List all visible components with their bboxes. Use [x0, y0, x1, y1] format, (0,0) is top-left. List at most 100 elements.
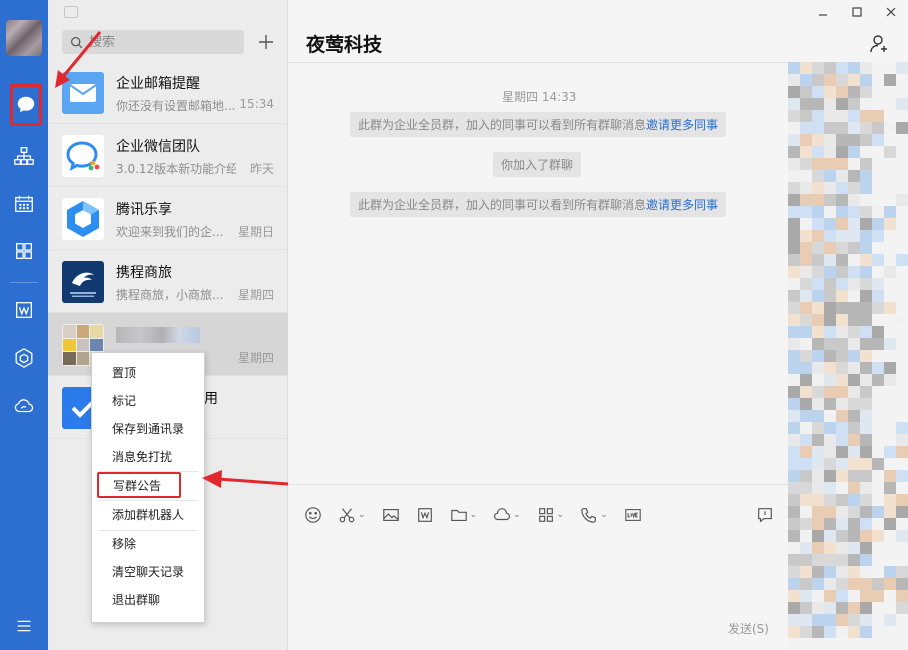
search-input[interactable]: [89, 34, 229, 50]
session-item[interactable]: 携程商旅 携程商旅，小商旅... 星期四: [48, 250, 288, 313]
emoji-button[interactable]: [304, 504, 322, 526]
redacted-pixel: [884, 62, 896, 74]
redacted-pixel: [788, 170, 800, 182]
redacted-pixel: [800, 542, 812, 554]
redacted-pixel: [896, 626, 908, 638]
send-button[interactable]: 发送(S): [728, 620, 769, 637]
redacted-pixel: [812, 302, 824, 314]
redacted-pixel: [788, 134, 800, 146]
redacted-pixel: [788, 194, 800, 206]
redacted-pixel: [824, 362, 836, 374]
redacted-pixel: [824, 614, 836, 626]
apps-button[interactable]: ⌄: [537, 504, 565, 526]
redacted-pixel: [788, 470, 800, 482]
menu-item-mark[interactable]: 标记: [92, 388, 204, 414]
redacted-pixel: [872, 530, 884, 542]
redacted-pixel: [812, 254, 824, 266]
redacted-pixel: [884, 146, 896, 158]
chevron-down-icon[interactable]: ⌄: [557, 510, 565, 520]
redacted-pixel: [896, 578, 908, 590]
redacted-pixel: [812, 446, 824, 458]
create-button[interactable]: [254, 30, 278, 54]
weidrive-nav-button[interactable]: [0, 340, 48, 376]
minimize-button[interactable]: [806, 0, 840, 24]
live-button[interactable]: [624, 504, 642, 526]
chevron-down-icon[interactable]: ⌄: [513, 510, 521, 520]
menu-item-write-announcement[interactable]: 写群公告: [97, 472, 181, 498]
menu-item-mute[interactable]: 消息免打扰: [92, 444, 204, 470]
redacted-pixel: [860, 74, 872, 86]
menu-item-remove[interactable]: 移除: [92, 531, 204, 557]
redacted-pixel: [824, 518, 836, 530]
redacted-pixel: [896, 170, 908, 182]
redacted-pixel: [896, 206, 908, 218]
close-button[interactable]: [874, 0, 908, 24]
chat-record-button[interactable]: [756, 504, 774, 526]
menu-item-clear-history[interactable]: 清空聊天记录: [92, 559, 204, 585]
hexagon-cube-icon: [15, 348, 33, 368]
redacted-pixel: [812, 278, 824, 290]
redacted-pixel: [872, 434, 884, 446]
image-button[interactable]: [382, 504, 400, 526]
redacted-pixel: [836, 542, 848, 554]
redacted-pixel: [800, 458, 812, 470]
docs-nav-button[interactable]: [0, 292, 48, 328]
redacted-pixel: [896, 194, 908, 206]
menu-item-leave-group[interactable]: 退出群聊: [92, 587, 204, 613]
menu-item-add-bot[interactable]: 添加群机器人: [92, 502, 204, 528]
session-item[interactable]: 腾讯乐享 欢迎来到我们的企... 星期日: [48, 187, 288, 250]
redacted-pixel: [824, 302, 836, 314]
redacted-pixel: [872, 146, 884, 158]
collapse-handle-icon[interactable]: [64, 6, 78, 18]
window-controls: [806, 0, 908, 24]
redacted-pixel: [848, 218, 860, 230]
messages-nav-button[interactable]: [10, 84, 42, 126]
redacted-pixel: [812, 398, 824, 410]
maximize-button[interactable]: [840, 0, 874, 24]
invite-more-link[interactable]: 邀请更多同事: [646, 198, 718, 212]
menu-item-pin[interactable]: 置顶: [92, 360, 204, 386]
redacted-pixel: [848, 86, 860, 98]
add-member-button[interactable]: [868, 32, 892, 56]
image-icon: [382, 509, 399, 521]
redacted-pixel: [812, 602, 824, 614]
redacted-pixel: [788, 350, 800, 362]
redacted-pixel: [860, 542, 872, 554]
redacted-pixel: [812, 590, 824, 602]
mail-icon: [62, 72, 104, 114]
session-item[interactable]: 企业微信团队 3.0.12版本新功能介绍 昨天: [48, 124, 288, 187]
calendar-nav-button[interactable]: [0, 186, 48, 222]
call-button[interactable]: ⌄: [580, 504, 608, 526]
invite-more-link[interactable]: 邀请更多同事: [646, 118, 718, 132]
redacted-pixel: [788, 554, 800, 566]
contacts-nav-button[interactable]: [0, 138, 48, 174]
screenshot-button[interactable]: ⌄: [338, 504, 366, 526]
redacted-pixel: [872, 170, 884, 182]
search-box[interactable]: [62, 30, 244, 54]
workbench-nav-button[interactable]: [0, 233, 48, 269]
file-button[interactable]: ⌄: [450, 504, 478, 526]
redacted-pixel: [836, 110, 848, 122]
chat-bubble-icon: [17, 96, 35, 113]
cloud-button[interactable]: ⌄: [493, 504, 521, 526]
redacted-pixel: [800, 362, 812, 374]
redacted-pixel: [824, 530, 836, 542]
document-button[interactable]: [416, 504, 434, 526]
session-title: 腾讯乐享: [116, 202, 172, 218]
menu-item-save-to-contacts[interactable]: 保存到通讯录: [92, 416, 204, 442]
session-item[interactable]: 企业邮箱提醒 你还没有设置邮箱地... 15:34: [48, 61, 288, 124]
redacted-pixel: [860, 374, 872, 386]
redacted-pixel: [884, 170, 896, 182]
system-message-text: 你加入了群聊: [501, 158, 574, 172]
chevron-down-icon[interactable]: ⌄: [358, 510, 366, 520]
redacted-pixel: [896, 338, 908, 350]
redacted-pixel: [848, 614, 860, 626]
redacted-pixel: [788, 374, 800, 386]
redacted-pixel: [836, 146, 848, 158]
redacted-pixel: [824, 374, 836, 386]
cloud-nav-button[interactable]: [0, 388, 48, 424]
chevron-down-icon[interactable]: ⌄: [600, 510, 608, 520]
chevron-down-icon[interactable]: ⌄: [470, 510, 478, 520]
more-menu-button[interactable]: [0, 608, 48, 644]
user-avatar[interactable]: [6, 20, 42, 56]
